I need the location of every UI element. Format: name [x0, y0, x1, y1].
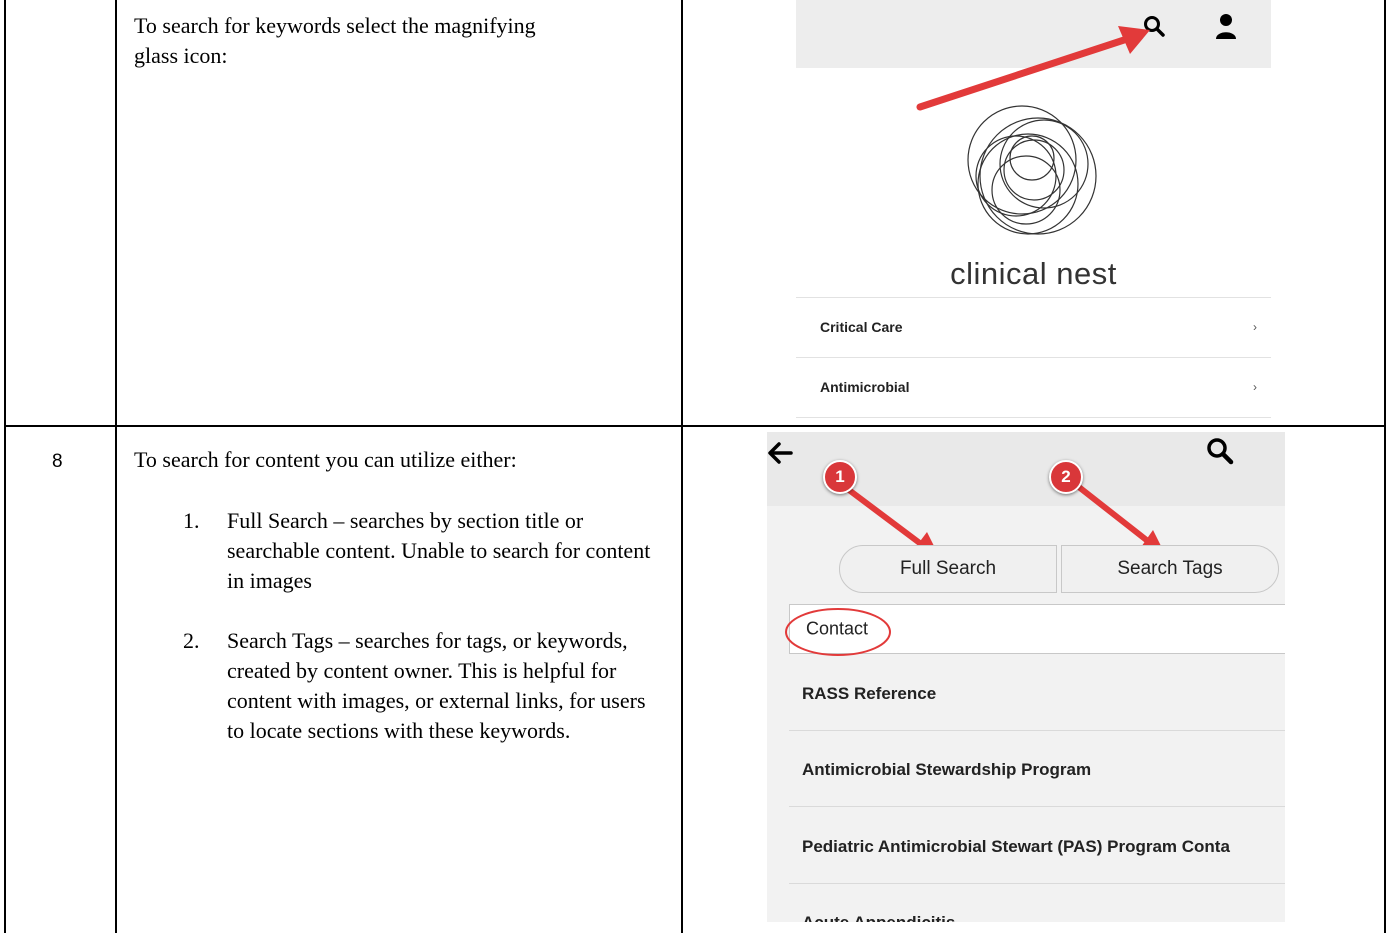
result-title: RASS Reference	[802, 684, 937, 703]
annotation-badge-2: 2	[1049, 460, 1083, 494]
result-title: Acute Appendicitis	[802, 913, 955, 922]
user-icon[interactable]	[1214, 12, 1238, 40]
list-item[interactable]: Pediatric Antimicrobial Stewart (PAS) Pr…	[789, 816, 1285, 878]
list-item[interactable]: Acute Appendicitis	[789, 892, 1285, 922]
list-text: Search Tags – searches for tags, or keyw…	[227, 628, 646, 743]
screenshot-search: 1 2 Full Search Search Tags Contact RASS…	[767, 432, 1285, 922]
divider	[789, 730, 1285, 731]
table-divider-col2	[681, 0, 683, 933]
screenshot-home: clinical nest Critical Care › Antimicrob…	[796, 0, 1271, 418]
table-border-left	[4, 0, 6, 933]
row1-instruction: To search for keywords select the magnif…	[134, 13, 536, 68]
menu-item-antimicrobial[interactable]: Antimicrobial ›	[796, 358, 1271, 416]
menu-item-label: Antimicrobial	[820, 379, 910, 395]
divider	[789, 806, 1285, 807]
result-title: Antimicrobial Stewardship Program	[802, 760, 1092, 779]
table-divider-col1	[115, 0, 117, 933]
list-item[interactable]: RASS Reference	[789, 663, 1285, 725]
annotation-badge-1: 1	[823, 460, 857, 494]
chevron-right-icon: ›	[1253, 380, 1257, 394]
result-title: Pediatric Antimicrobial Stewart (PAS) Pr…	[802, 837, 1230, 856]
list-number: 2.	[183, 628, 200, 653]
row-number: 8	[52, 451, 63, 472]
table-row-divider	[4, 425, 1386, 427]
chevron-right-icon: ›	[1253, 320, 1257, 334]
list-item: 1. Full Search – searches by section tit…	[183, 506, 667, 596]
divider	[789, 883, 1285, 884]
tab-full-search[interactable]: Full Search	[839, 545, 1057, 593]
annotation-circle	[785, 608, 891, 656]
list-number: 1.	[183, 508, 200, 533]
tab-search-tags[interactable]: Search Tags	[1061, 545, 1279, 593]
search-options-list: 1. Full Search – searches by section tit…	[183, 506, 667, 746]
brand-name: clinical nest	[950, 256, 1117, 291]
menu-item-label: Critical Care	[820, 319, 903, 335]
menu-item-critical-care[interactable]: Critical Care ›	[796, 298, 1271, 356]
logo-circles-icon	[967, 105, 1097, 235]
row2-intro: To search for content you can utilize ei…	[134, 447, 517, 472]
list-item[interactable]: Antimicrobial Stewardship Program	[789, 739, 1285, 801]
divider	[796, 417, 1271, 418]
table-border-right	[1384, 0, 1386, 933]
list-item: 2. Search Tags – searches for tags, or k…	[183, 626, 667, 746]
list-text: Full Search – searches by section title …	[227, 508, 651, 593]
